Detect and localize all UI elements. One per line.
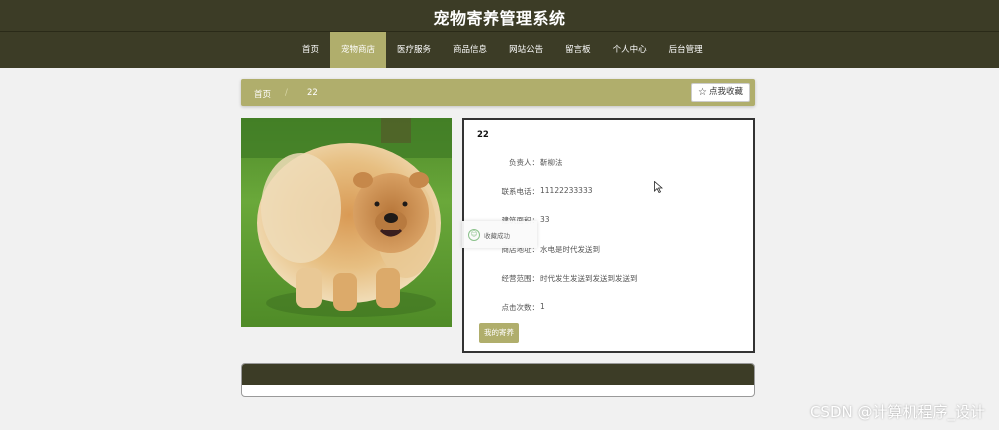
detail-label: 点击次数： xyxy=(501,303,540,312)
nav-item-pet-store[interactable]: 宠物商店 xyxy=(330,32,387,68)
my-boarding-button[interactable]: 我的寄养 xyxy=(479,323,519,343)
bottom-panel-header xyxy=(242,364,754,385)
breadcrumb-separator: / xyxy=(285,88,288,98)
nav-item-message-board[interactable]: 留言板 xyxy=(554,32,602,68)
pet-store-photo xyxy=(241,118,452,327)
store-name: 22 xyxy=(477,130,489,140)
nav-item-medical-service[interactable]: 医疗服务 xyxy=(386,32,442,68)
detail-value: 11122233333 xyxy=(540,186,593,195)
favorite-button[interactable]: ☆ 点我收藏 xyxy=(691,83,750,102)
favorite-button-label: 点我收藏 xyxy=(708,87,743,97)
smile-icon: ☺ xyxy=(468,228,480,241)
nav-item-home[interactable]: 首页 xyxy=(291,32,330,68)
main-nav: 首页 宠物商店 医疗服务 商品信息 网站公告 留言板 个人中心 后台管理 xyxy=(0,32,999,68)
title-bar: 宠物寄养管理系统 xyxy=(0,0,999,32)
toast-message: ☺ 收藏成功 xyxy=(462,221,537,248)
star-icon: ☆ xyxy=(698,86,707,98)
detail-value: 水电是时代发送到 xyxy=(540,245,600,254)
detail-value: 1 xyxy=(540,302,545,311)
breadcrumb-current: 22 xyxy=(307,88,318,98)
watermark: CSDN @计算机程序_设计 xyxy=(809,403,985,421)
chow-chow-dog-image xyxy=(241,118,452,327)
mouse-cursor-icon xyxy=(654,181,663,193)
detail-label: 经营范围： xyxy=(501,274,540,283)
nav-item-announcements[interactable]: 网站公告 xyxy=(498,32,554,68)
nav-item-product-info[interactable]: 商品信息 xyxy=(442,32,498,68)
detail-value: 33 xyxy=(540,215,550,224)
bottom-panel xyxy=(241,363,755,397)
site-title: 宠物寄养管理系统 xyxy=(433,9,566,28)
breadcrumb: 首页 / 22 ☆ 点我收藏 xyxy=(241,79,755,106)
breadcrumb-home-link[interactable]: 首页 xyxy=(254,88,271,100)
detail-label: 联系电话： xyxy=(501,187,540,196)
detail-value: 时代发生发送到发送到发送到 xyxy=(540,274,638,283)
nav-item-admin[interactable]: 后台管理 xyxy=(658,32,714,68)
detail-value: 靳柳法 xyxy=(540,158,563,167)
toast-text: 收藏成功 xyxy=(484,231,510,240)
detail-label: 负责人： xyxy=(509,158,539,167)
nav-menu: 首页 宠物商店 医疗服务 商品信息 网站公告 留言板 个人中心 后台管理 xyxy=(291,32,714,68)
nav-item-personal-center[interactable]: 个人中心 xyxy=(602,32,658,68)
